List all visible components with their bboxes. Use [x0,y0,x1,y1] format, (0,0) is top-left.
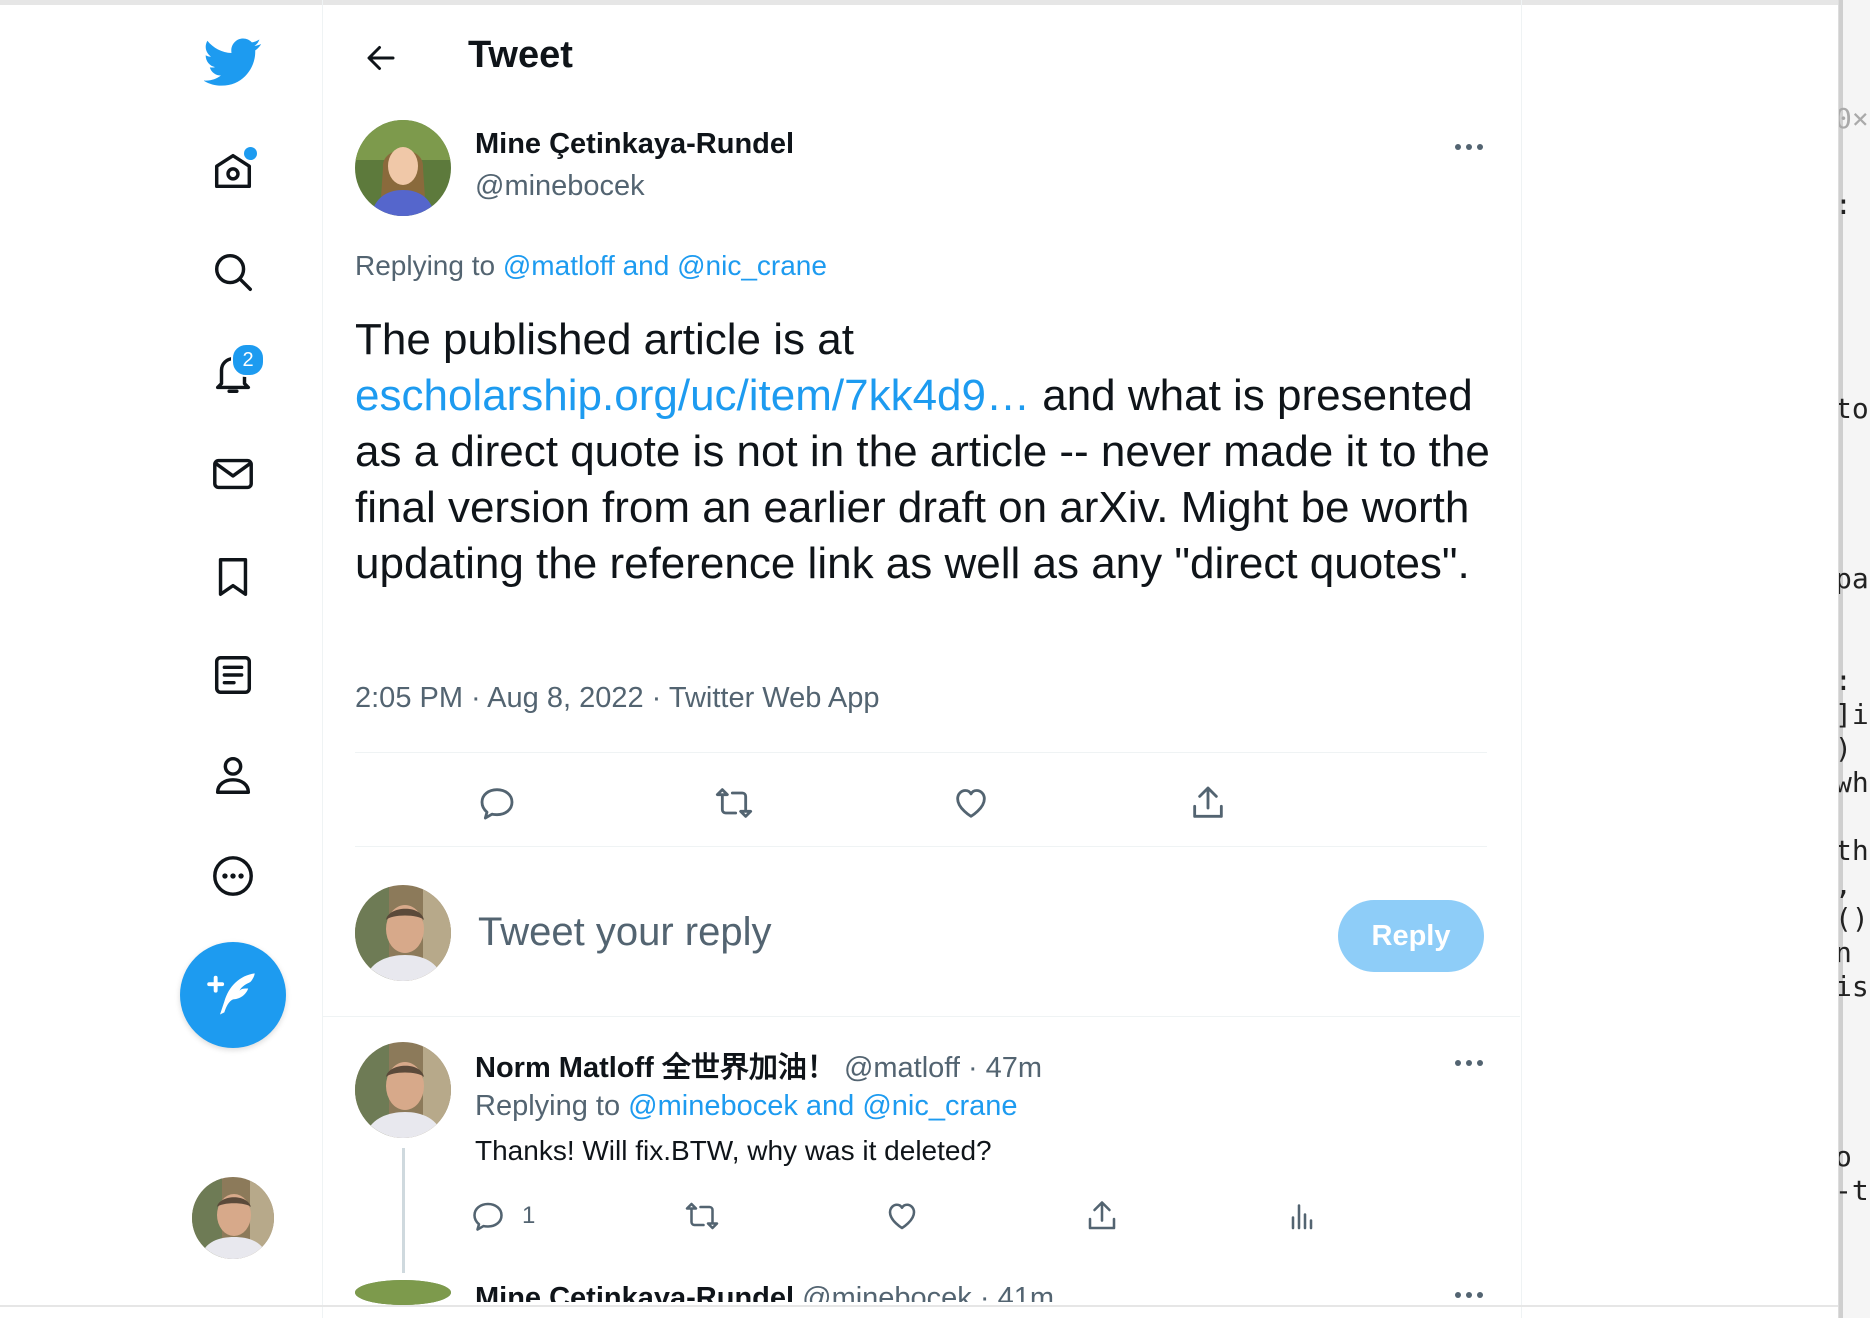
tweet-timestamp[interactable]: 2:05 PM · Aug 8, 2022 · Twitter Web App [355,682,879,715]
explore-icon[interactable] [203,242,263,302]
page-title: Tweet [468,34,573,76]
code-fragment: pas [1839,562,1870,595]
code-fragment: : [1839,188,1852,221]
code-fragment: , u [1839,868,1870,901]
reply-input[interactable]: Tweet your reply [478,910,771,955]
lists-icon[interactable] [203,645,263,705]
quill-plus-icon [207,973,255,1015]
sidebar-nav: 2 [0,0,322,1318]
browser-bottom-edge [0,1305,1838,1307]
notifications-icon[interactable]: 2 [203,343,265,404]
background-code-window: 0× : tor pas : i ]is ) whi the , u ()) n… [1838,0,1870,1318]
profile-icon[interactable] [203,745,263,805]
composer-avatar[interactable] [355,885,451,981]
code-fragment: : i [1839,664,1870,697]
reply-text: Thanks! Will fix.BTW, why was it deleted… [475,1135,992,1166]
divider [355,846,1487,847]
code-fragment: -to [1839,1174,1870,1207]
twitter-logo-icon[interactable] [203,32,263,92]
home-new-dot [244,147,257,160]
author-handle[interactable]: @minebocek [475,170,645,203]
reply-more-button[interactable] [1444,1048,1494,1078]
like-icon[interactable] [884,1192,920,1240]
like-icon[interactable] [944,776,998,830]
code-fragment: ) [1839,732,1852,765]
replying-to-line: Replying to @matloff and @nic_crane [355,250,827,282]
reply-actions: 1 [470,1192,1350,1242]
author-name[interactable]: Mine Çetinkaya-Rundel [475,128,794,161]
divider [322,1016,1520,1017]
back-button[interactable] [353,30,409,86]
replying-prefix: Replying to [355,250,496,281]
page-header: Tweet [323,0,1521,115]
tweet-link[interactable]: escholarship.org/uc/item/7kk4d9… [355,371,1030,420]
divider [355,752,1487,753]
thread-connector [402,1148,405,1273]
code-fragment: n a [1839,936,1870,969]
retweet-icon[interactable] [707,776,761,830]
bookmarks-icon[interactable] [203,547,263,607]
code-fragment: is [1838,970,1869,1003]
reply-more-button[interactable] [1444,1285,1494,1305]
tweet-text-before: The published article is at [355,315,854,364]
code-fragment: the [1839,834,1870,867]
replying-to-users[interactable]: @minebocek and @nic_crane [628,1090,1017,1122]
reply-header: Norm Matloff 全世界加油！ @matloff · 47m [475,1044,1042,1086]
code-fragment: 0× [1838,102,1869,135]
notifications-badge: 2 [231,343,265,377]
reply-handle-time[interactable]: @minebocek · 41m [802,1282,1054,1302]
reply-button[interactable]: Reply [1338,900,1484,972]
tweet-body: The published article is at escholarship… [355,312,1490,592]
reply-icon[interactable] [470,776,524,830]
tweet-actions [355,760,1487,846]
code-fragment: ()) [1839,902,1870,935]
replying-prefix: Replying to [475,1090,621,1122]
code-fragment: whi [1839,766,1870,799]
account-avatar[interactable] [192,1177,274,1259]
share-icon[interactable] [1084,1192,1120,1240]
code-fragment: o a [1839,1140,1870,1173]
reply-replying-to-line: Replying to @minebocek and @nic_crane [475,1090,1018,1123]
author-avatar[interactable] [355,120,451,216]
reply-avatar[interactable] [355,1280,451,1305]
reply-icon [473,1202,503,1231]
more-options-icon[interactable] [203,846,263,906]
reply-author-name[interactable]: Norm Matloff 全世界加油！ [475,1052,836,1084]
replying-to-users[interactable]: @matloff and @nic_crane [503,250,827,281]
reply-author-name[interactable]: Mine Çetinkaya-Rundel [475,1282,794,1302]
back-arrow-icon [367,46,395,70]
tweet-more-button[interactable] [1444,132,1494,162]
messages-icon[interactable] [203,444,263,504]
reply-header: Mine Çetinkaya-Rundel @minebocek · 41m [475,1282,1054,1302]
reply-reply-button[interactable]: 1 [470,1192,535,1240]
compose-tweet-button[interactable] [180,942,286,1048]
home-icon[interactable] [203,141,263,201]
code-fragment: ]is [1839,698,1870,731]
share-icon[interactable] [1181,776,1235,830]
reply-count: 1 [522,1202,536,1229]
reply-avatar[interactable] [355,1042,451,1138]
retweet-icon[interactable] [684,1192,720,1240]
code-fragment: tor [1839,392,1870,425]
analytics-icon[interactable] [1284,1192,1320,1240]
reply-handle-time[interactable]: @matloff · 47m [844,1052,1042,1084]
